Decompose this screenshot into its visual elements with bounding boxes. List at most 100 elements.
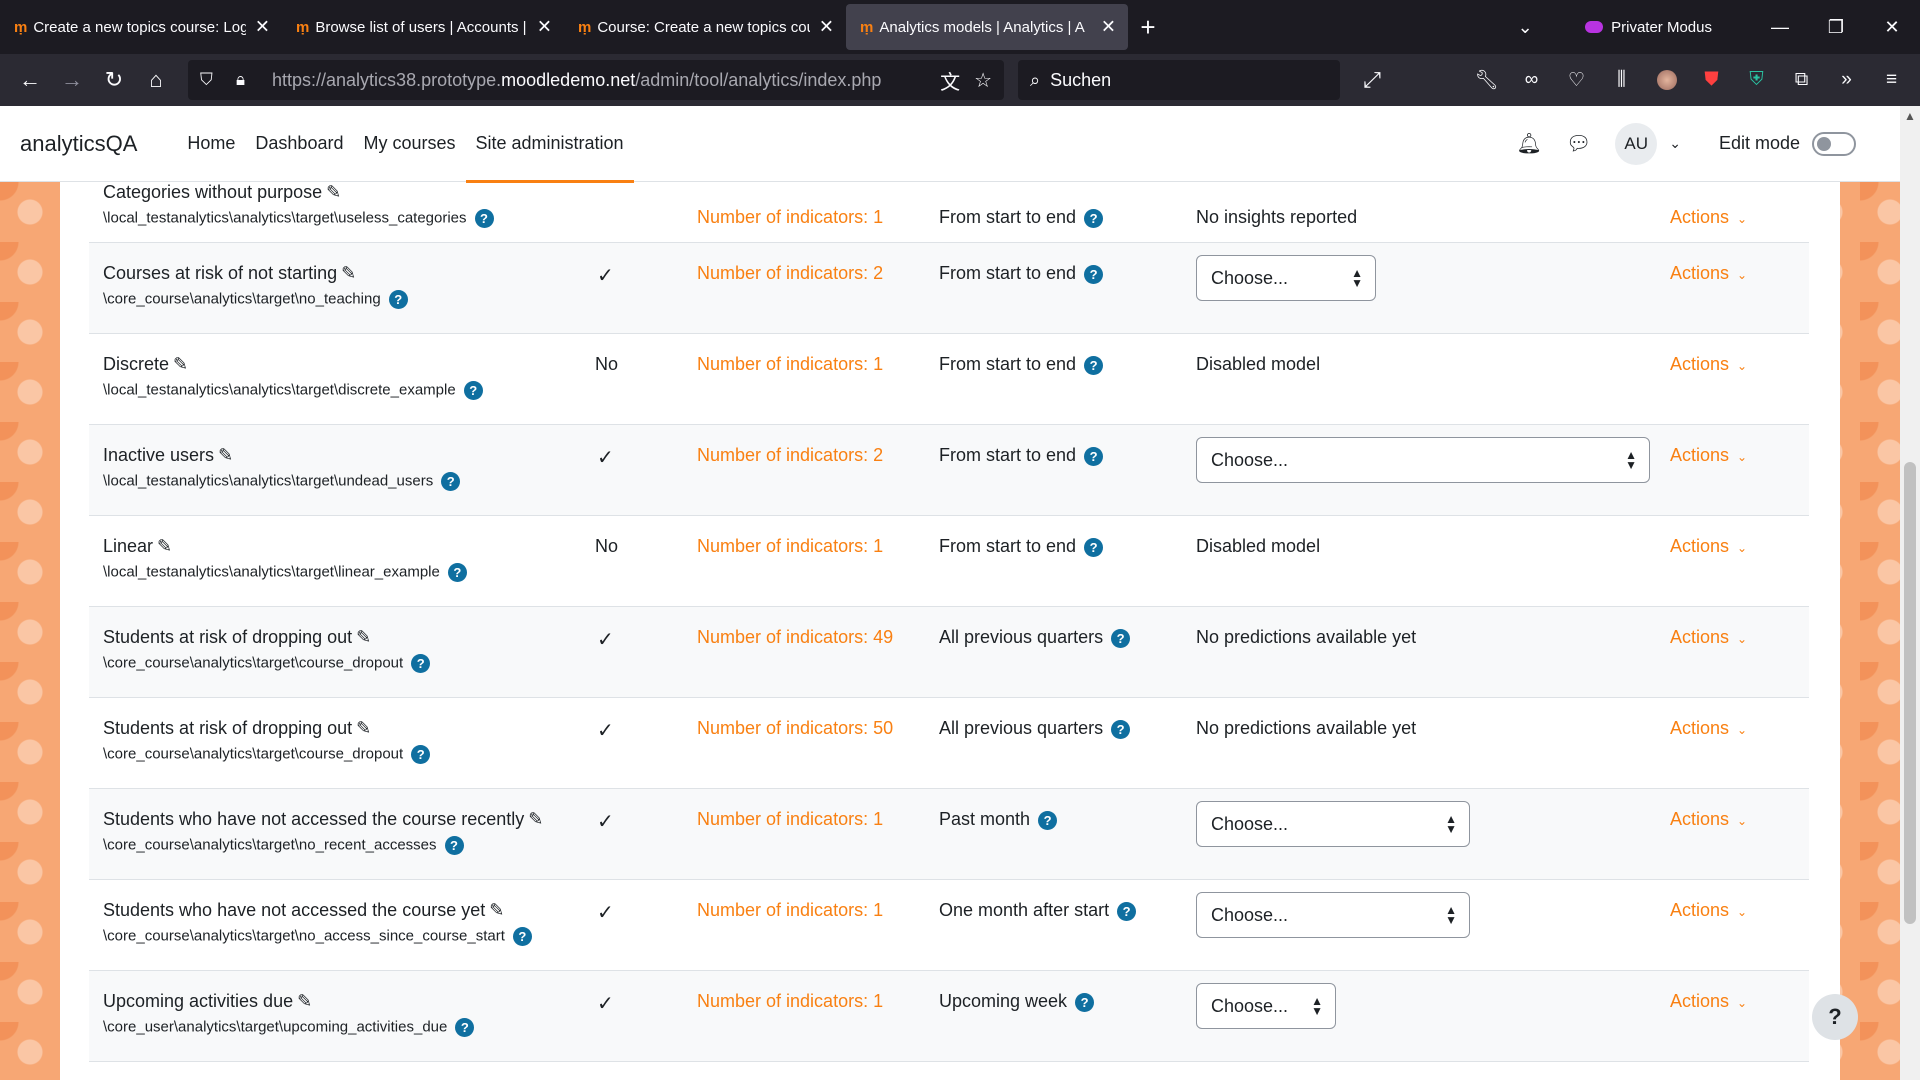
help-icon[interactable]: ? <box>455 1018 475 1037</box>
indicators-link[interactable]: Number of indicators: 1 <box>697 207 883 227</box>
new-tab-button[interactable]: + <box>1128 12 1168 43</box>
close-tab-icon[interactable]: ✕ <box>819 17 834 38</box>
help-icon[interactable]: ? <box>1084 264 1104 284</box>
actions-menu[interactable]: Actions ⌄ <box>1670 809 1747 829</box>
nav-item-dashboard[interactable]: Dashboard <box>245 106 353 182</box>
forward-icon[interactable]: → <box>52 60 92 100</box>
indicators-link[interactable]: Number of indicators: 50 <box>697 718 893 738</box>
scrollbar-thumb[interactable] <box>1904 462 1916 924</box>
indicators-link[interactable]: Number of indicators: 2 <box>697 263 883 283</box>
close-window-icon[interactable]: ✕ <box>1864 17 1920 38</box>
help-icon[interactable]: ? <box>441 472 461 491</box>
help-icon[interactable]: ? <box>388 290 408 309</box>
overflow-chevron-icon[interactable]: » <box>1824 69 1869 91</box>
help-icon[interactable]: ? <box>1084 208 1104 228</box>
edit-pencil-icon[interactable]: ✎ <box>157 536 172 557</box>
help-icon[interactable]: ? <box>444 836 464 855</box>
insights-select[interactable]: Choose... ▲ ▼ <box>1196 983 1336 1029</box>
edit-pencil-icon[interactable]: ✎ <box>356 718 371 739</box>
extensions-icon[interactable]: ⧉ <box>1779 69 1824 91</box>
tracking-shield-icon[interactable]: ⛉ <box>200 70 224 90</box>
actions-menu[interactable]: Actions ⌄ <box>1670 991 1747 1011</box>
scroll-up-arrow-icon[interactable]: ▲ <box>1900 106 1920 126</box>
site-brand[interactable]: analyticsQA <box>20 131 137 157</box>
reload-icon[interactable]: ↻ <box>94 60 134 100</box>
close-tab-icon[interactable]: ✕ <box>255 17 270 38</box>
edit-pencil-icon[interactable]: ✎ <box>356 627 371 648</box>
actions-menu[interactable]: Actions ⌄ <box>1670 627 1747 647</box>
fullscreen-icon[interactable]: ⤢ <box>1352 60 1392 100</box>
help-icon[interactable]: ? <box>1084 355 1104 375</box>
help-icon[interactable]: ? <box>1075 992 1095 1012</box>
notification-bell-icon[interactable]: 🔔︎ <box>1516 131 1541 156</box>
nav-item-my-courses[interactable]: My courses <box>353 106 465 182</box>
actions-menu[interactable]: Actions ⌄ <box>1670 445 1747 465</box>
ublock-icon[interactable]: ⛊ <box>1689 69 1734 91</box>
bookmark-star-icon[interactable]: ☆ <box>974 68 992 93</box>
indicators-link[interactable]: Number of indicators: 1 <box>697 536 883 556</box>
actions-menu[interactable]: Actions ⌄ <box>1670 354 1747 374</box>
search-bar[interactable]: ⌕ Suchen <box>1018 60 1340 100</box>
help-icon[interactable]: ? <box>1084 446 1104 466</box>
account-avatar-icon[interactable] <box>1644 69 1689 91</box>
browser-tab[interactable]: ṃ Course: Create a new topics cou ✕ <box>564 0 846 54</box>
insights-select[interactable]: Choose... ▲ ▼ <box>1196 892 1470 938</box>
indicators-link[interactable]: Number of indicators: 1 <box>697 900 883 920</box>
pocket-icon[interactable]: ♡ <box>1554 69 1599 92</box>
insights-select[interactable]: Choose... ▲ ▼ <box>1196 437 1650 483</box>
translate-icon[interactable]: 文 <box>940 66 960 95</box>
messages-icon[interactable]: 💬︎ <box>1566 131 1591 156</box>
help-icon[interactable]: ? <box>447 563 467 582</box>
actions-menu[interactable]: Actions ⌄ <box>1670 900 1747 920</box>
user-avatar[interactable]: AU <box>1615 122 1658 165</box>
indicators-link[interactable]: Number of indicators: 1 <box>697 991 883 1011</box>
browser-tab[interactable]: ṃ Create a new topics course: Log ✕ <box>0 0 282 54</box>
user-menu-chevron-icon[interactable]: ⌄ <box>1669 135 1681 152</box>
help-icon[interactable]: ? <box>1111 628 1131 648</box>
back-icon[interactable]: ← <box>10 60 50 100</box>
nav-item-home[interactable]: Home <box>177 106 245 182</box>
help-icon[interactable]: ? <box>463 381 483 400</box>
indicators-link[interactable]: Number of indicators: 2 <box>697 445 883 465</box>
shield-extension-icon[interactable]: ⛨ <box>1734 69 1779 91</box>
edit-mode-toggle[interactable] <box>1812 131 1856 156</box>
library-icon[interactable]: ⫼ <box>1599 69 1644 91</box>
edit-pencil-icon[interactable]: ✎ <box>341 263 356 284</box>
lock-icon[interactable]: 🔒︎ <box>236 70 260 90</box>
help-icon[interactable]: ? <box>411 654 431 673</box>
help-icon[interactable]: ? <box>1117 901 1137 921</box>
close-tab-icon[interactable]: ✕ <box>537 17 552 38</box>
help-icon[interactable]: ? <box>1111 719 1131 739</box>
edit-pencil-icon[interactable]: ✎ <box>218 445 233 466</box>
private-browsing-icon[interactable]: ∞ <box>1509 69 1554 91</box>
indicators-link[interactable]: Number of indicators: 1 <box>697 809 883 829</box>
page-scrollbar[interactable]: ▲ <box>1900 106 1920 1080</box>
edit-pencil-icon[interactable]: ✎ <box>173 354 188 375</box>
edit-pencil-icon[interactable]: ✎ <box>489 900 504 921</box>
help-icon[interactable]: ? <box>411 745 431 764</box>
hamburger-menu-icon[interactable]: ≡ <box>1869 69 1914 91</box>
wrench-icon[interactable]: 🔧︎ <box>1464 68 1509 92</box>
browser-tab[interactable]: ṃ Browse list of users | Accounts | ✕ <box>282 0 564 54</box>
edit-pencil-icon[interactable]: ✎ <box>297 991 312 1012</box>
edit-pencil-icon[interactable]: ✎ <box>326 182 341 203</box>
nav-item-site-administration[interactable]: Site administration <box>465 106 634 183</box>
url-bar[interactable]: ⛉ 🔒︎ https://analytics38.prototype.moodl… <box>188 60 1004 100</box>
actions-menu[interactable]: Actions ⌄ <box>1670 536 1747 556</box>
restore-icon[interactable]: ❐ <box>1808 17 1864 38</box>
home-icon[interactable]: ⌂ <box>136 60 176 100</box>
actions-menu[interactable]: Actions ⌄ <box>1670 263 1747 283</box>
actions-menu[interactable]: Actions ⌄ <box>1670 718 1747 738</box>
close-tab-icon[interactable]: ✕ <box>1101 17 1116 38</box>
help-icon[interactable]: ? <box>512 927 532 946</box>
insights-select[interactable]: Choose... ▲ ▼ <box>1196 801 1470 847</box>
url-text[interactable]: https://analytics38.prototype.moodledemo… <box>272 70 926 91</box>
list-all-tabs-icon[interactable]: ⌄ <box>1505 17 1545 38</box>
insights-select[interactable]: Choose... ▲ ▼ <box>1196 255 1376 301</box>
minimize-icon[interactable]: — <box>1752 17 1808 38</box>
indicators-link[interactable]: Number of indicators: 49 <box>697 627 893 647</box>
indicators-link[interactable]: Number of indicators: 1 <box>697 354 883 374</box>
help-icon[interactable]: ? <box>474 209 494 228</box>
actions-menu[interactable]: Actions ⌄ <box>1670 207 1747 227</box>
help-icon[interactable]: ? <box>1084 537 1104 557</box>
